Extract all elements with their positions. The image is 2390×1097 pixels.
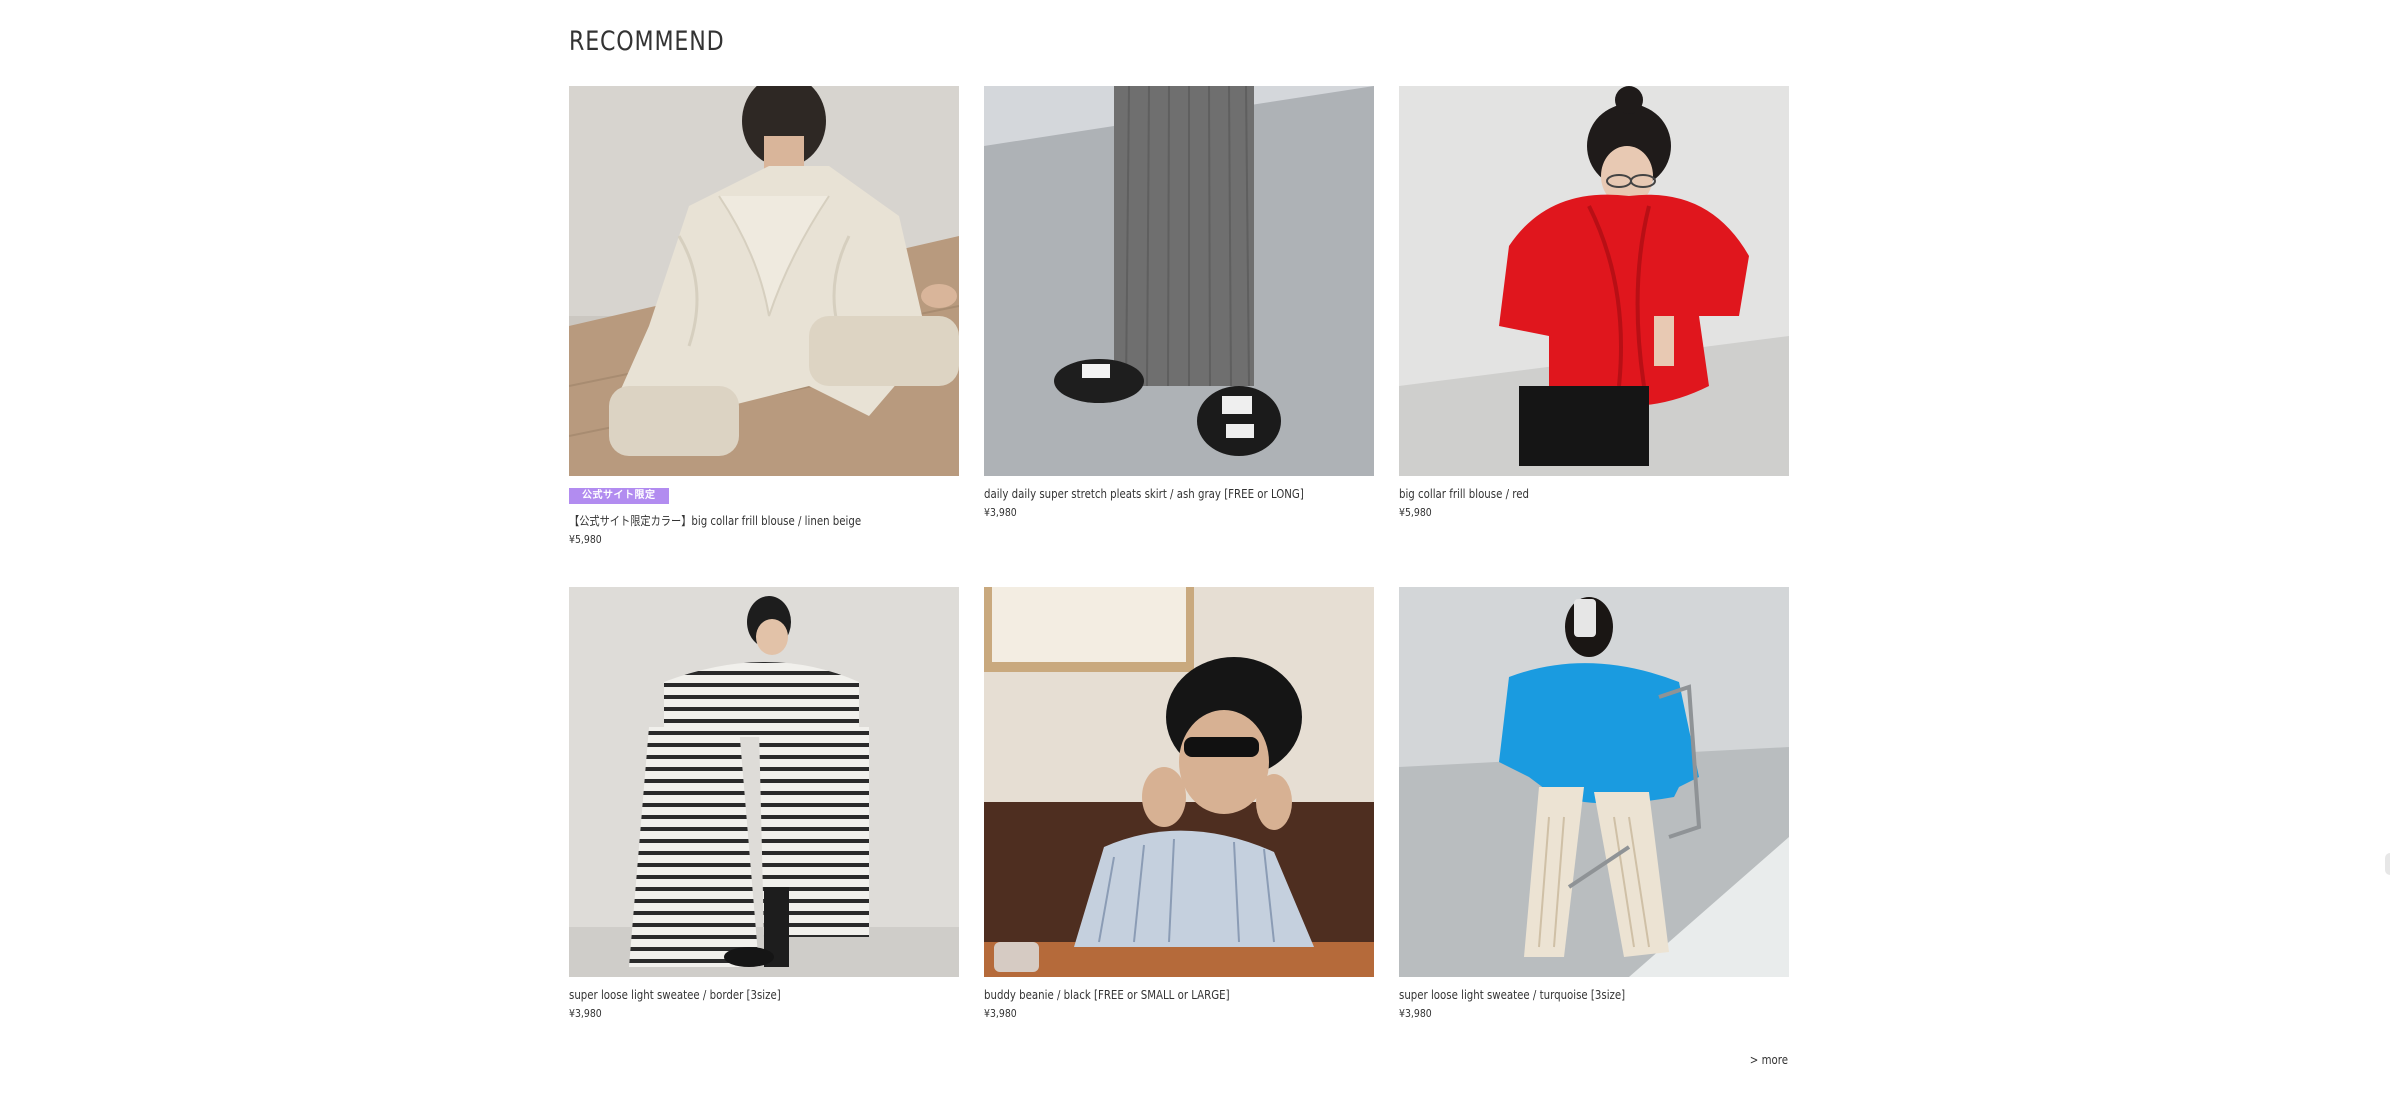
product-image[interactable] bbox=[984, 587, 1374, 977]
product-card[interactable]: super loose light sweatee / turquoise [3… bbox=[1399, 587, 1789, 1050]
product-name[interactable]: 【公式サイト限定カラー】big collar frill blouse / li… bbox=[569, 512, 901, 530]
product-card[interactable]: super loose light sweatee / border [3siz… bbox=[569, 587, 959, 1050]
product-card[interactable]: big collar frill blouse / red ¥5,980 bbox=[1399, 86, 1789, 549]
product-image[interactable] bbox=[984, 86, 1374, 476]
product-image[interactable] bbox=[569, 86, 959, 476]
product-name[interactable]: buddy beanie / black [FREE or SMALL or L… bbox=[984, 986, 1316, 1004]
product-card[interactable]: daily daily super stretch pleats skirt /… bbox=[984, 86, 1374, 549]
product-image[interactable] bbox=[1399, 86, 1789, 476]
product-card[interactable]: buddy beanie / black [FREE or SMALL or L… bbox=[984, 587, 1374, 1050]
recommend-section: RECOMMEND 公式サイト限定 【公式サイト限定カラー】big collar… bbox=[569, 20, 1789, 1067]
product-price: ¥3,980 bbox=[569, 1007, 602, 1020]
product-price: ¥3,980 bbox=[984, 506, 1017, 519]
product-price: ¥5,980 bbox=[1399, 506, 1432, 519]
exclusive-badge: 公式サイト限定 bbox=[569, 488, 669, 504]
product-image[interactable] bbox=[1399, 587, 1789, 977]
product-name[interactable]: super loose light sweatee / turquoise [3… bbox=[1399, 986, 1731, 1004]
section-title: RECOMMEND bbox=[569, 26, 725, 57]
product-card[interactable]: 公式サイト限定 【公式サイト限定カラー】big collar frill blo… bbox=[569, 86, 959, 549]
product-price: ¥3,980 bbox=[984, 1007, 1017, 1020]
product-price: ¥5,980 bbox=[569, 533, 602, 546]
product-name[interactable]: super loose light sweatee / border [3siz… bbox=[569, 986, 901, 1004]
product-name[interactable]: daily daily super stretch pleats skirt /… bbox=[984, 485, 1316, 503]
product-name[interactable]: big collar frill blouse / red bbox=[1399, 485, 1731, 503]
product-image[interactable] bbox=[569, 587, 959, 977]
scroll-edge-indicator bbox=[2385, 853, 2390, 875]
product-grid: 公式サイト限定 【公式サイト限定カラー】big collar frill blo… bbox=[569, 86, 1789, 1050]
more-link[interactable]: > more bbox=[1712, 1050, 1788, 1070]
product-price: ¥3,980 bbox=[1399, 1007, 1432, 1020]
